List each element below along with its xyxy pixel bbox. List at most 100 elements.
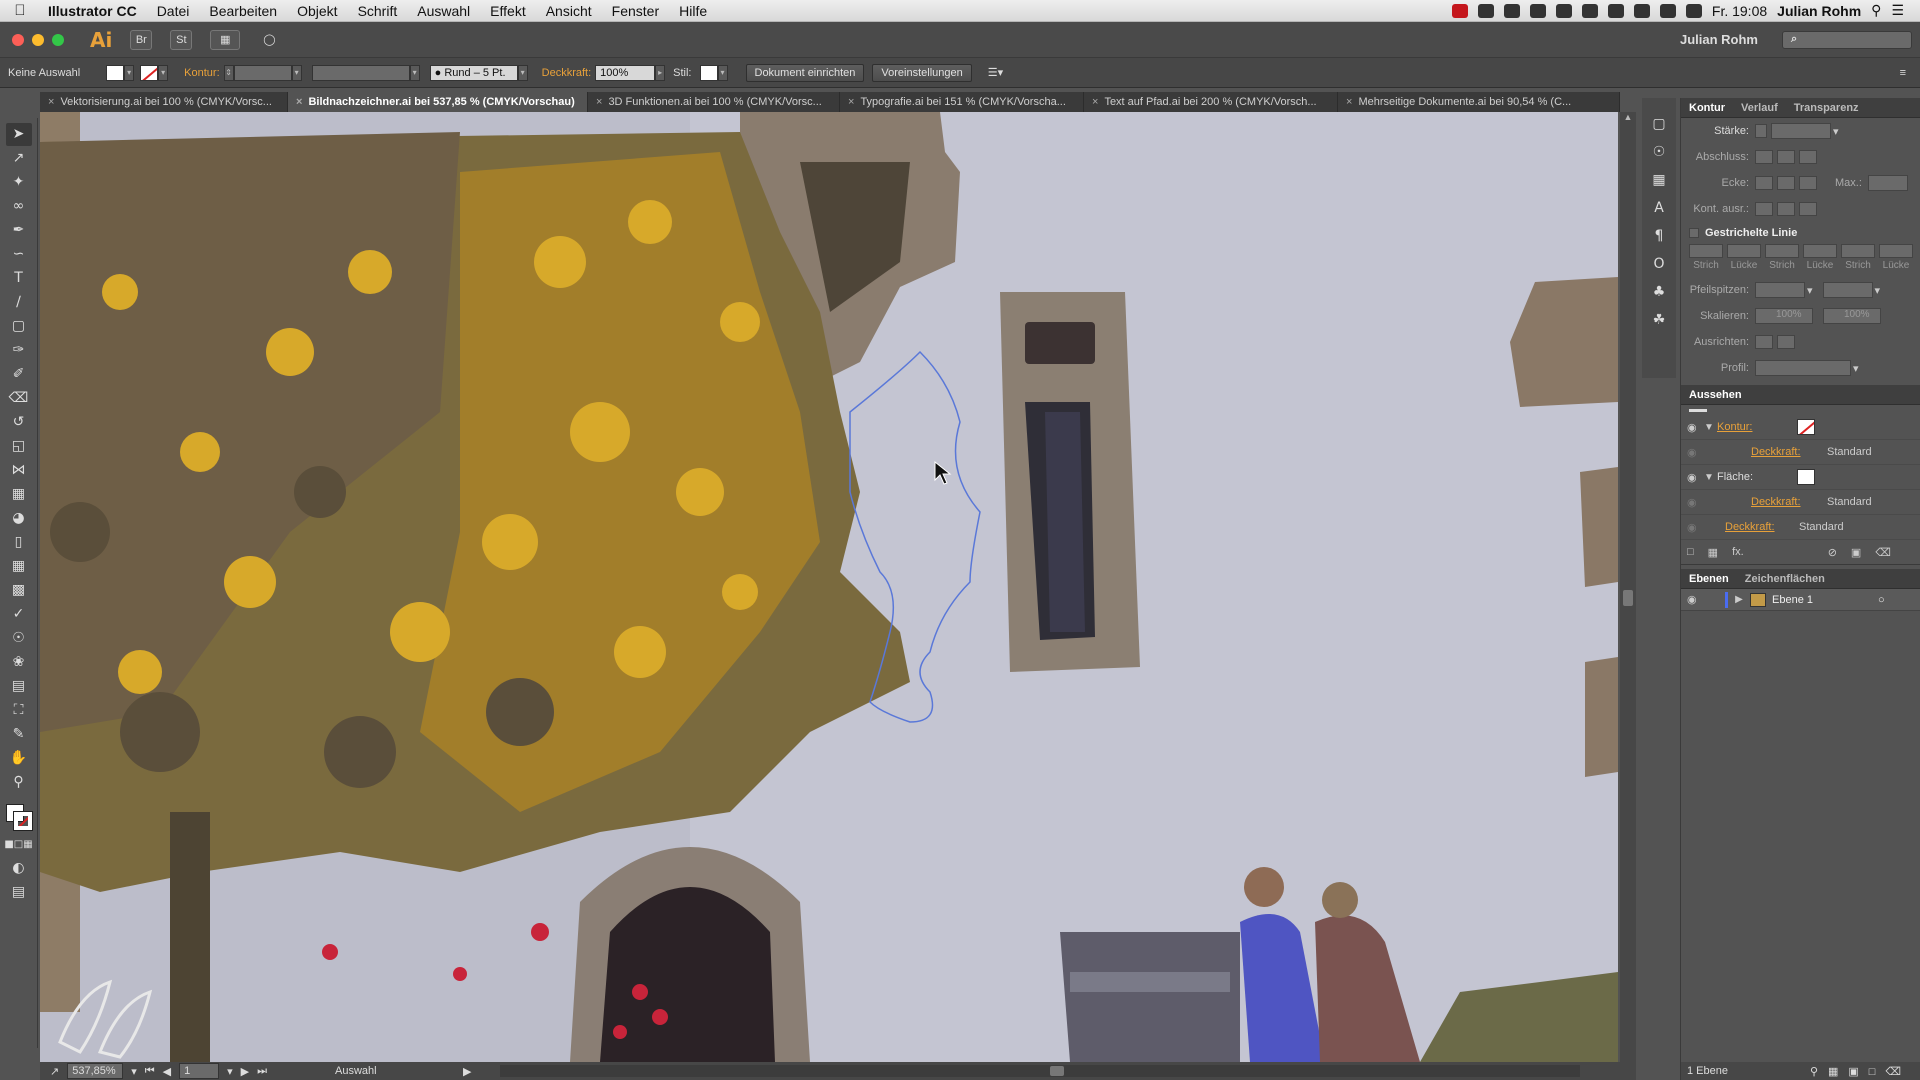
stroke-color-icon[interactable]: [12, 811, 33, 831]
character-icon[interactable]: A: [1648, 196, 1670, 220]
artboard-last-icon[interactable]: ⏭: [257, 1065, 267, 1078]
fill-stroke-indicator[interactable]: [4, 802, 34, 832]
notification-list-icon[interactable]: ☰: [1891, 2, 1904, 19]
arrowhead-end-select[interactable]: [1822, 282, 1873, 298]
menu-auswahl[interactable]: Auswahl: [407, 3, 480, 19]
adobe-cc-icon[interactable]: [1451, 3, 1468, 18]
slice-tool-icon[interactable]: ✎: [6, 723, 32, 746]
aussehen-title[interactable]: Aussehen: [1681, 389, 1750, 401]
stroke-weight-field[interactable]: [233, 64, 292, 81]
control-bar-menu-icon[interactable]: ≡: [1892, 67, 1920, 79]
selection-tool-icon[interactable]: ➤: [5, 122, 32, 146]
artboard-canvas[interactable]: [40, 112, 1618, 1062]
time-machine-icon[interactable]: [1633, 3, 1650, 18]
align-outside-button[interactable]: [1799, 202, 1817, 216]
close-tab-icon[interactable]: ×: [596, 96, 602, 108]
drawing-mode-icon[interactable]: ◐: [6, 857, 32, 880]
deckkraft-label[interactable]: Deckkraft:: [538, 67, 596, 79]
blend-tool-icon[interactable]: ☉: [6, 627, 32, 650]
stroke-dropdown-icon[interactable]: ▾: [158, 64, 169, 81]
gap-field[interactable]: [1879, 244, 1913, 258]
profile-select-dropdown-icon[interactable]: ▾: [1853, 362, 1859, 375]
layer-target-icon[interactable]: ○: [1878, 594, 1885, 606]
artboard-first-icon[interactable]: ⏮: [145, 1065, 155, 1078]
artboard-prev-icon[interactable]: ◀: [163, 1065, 171, 1078]
layer-expand-triangle-icon[interactable]: ▶: [1734, 594, 1744, 605]
staerke-dropdown-icon[interactable]: ▾: [1833, 125, 1839, 138]
appearance-object-opacity-row[interactable]: ◉ Deckkraft: Standard: [1681, 515, 1920, 540]
gap-field[interactable]: [1803, 244, 1837, 258]
scale-end-field[interactable]: 100%: [1823, 308, 1881, 324]
info-icon[interactable]: [1581, 3, 1598, 18]
layer-footer-icons[interactable]: ⚲▦▣□⌫: [1810, 1065, 1920, 1078]
cap-round-button[interactable]: [1777, 150, 1795, 164]
add-effect-button[interactable]: fx.: [1732, 546, 1744, 558]
document-setup-button[interactable]: Dokument einrichten: [745, 63, 865, 82]
bluetooth-icon[interactable]: [1659, 3, 1676, 18]
symbol-sprayer-tool-icon[interactable]: ❀: [6, 651, 32, 674]
free-transform-tool-icon[interactable]: ▦: [6, 483, 32, 506]
evernote-icon[interactable]: [1477, 3, 1494, 18]
symbols-icon[interactable]: ♣: [1648, 280, 1670, 304]
fill-swatch[interactable]: [106, 64, 125, 81]
menu-hilfe[interactable]: Hilfe: [669, 3, 717, 19]
corner-bevel-button[interactable]: [1799, 176, 1817, 190]
corner-miter-button[interactable]: [1755, 176, 1773, 190]
close-tab-icon[interactable]: ×: [1346, 96, 1352, 108]
stock-button[interactable]: St: [170, 29, 193, 50]
gap-field[interactable]: [1727, 244, 1761, 258]
align-options-icon[interactable]: ☰▾: [980, 66, 1011, 79]
zoom-dropdown-icon[interactable]: ▾: [131, 1065, 137, 1078]
checkbox-tray-icon[interactable]: [1607, 3, 1624, 18]
menu-app-name[interactable]: Illustrator CC: [40, 3, 147, 19]
menu-effekt[interactable]: Effekt: [480, 3, 536, 19]
object-deckkraft-label[interactable]: Deckkraft:: [1725, 521, 1799, 533]
zoom-level-field[interactable]: 537,85%: [67, 1063, 124, 1079]
arrange-documents-icon[interactable]: ▦: [210, 29, 241, 50]
kontur-label[interactable]: Kontur:: [180, 67, 223, 79]
rotate-tool-icon[interactable]: ↺: [6, 411, 32, 434]
cap-butt-button[interactable]: [1755, 150, 1773, 164]
stroke-swatch[interactable]: [140, 64, 159, 81]
workspace-switcher[interactable]: Julian Rohm: [1680, 32, 1758, 47]
artboard-number-field[interactable]: 1: [179, 1063, 220, 1079]
artboard-tool-icon[interactable]: ⛶: [6, 699, 32, 722]
menu-fenster[interactable]: Fenster: [602, 3, 669, 19]
menu-objekt[interactable]: Objekt: [287, 3, 347, 19]
perspective-grid-tool-icon[interactable]: ▯: [6, 531, 32, 554]
menubar-user[interactable]: Julian Rohm: [1777, 3, 1861, 19]
gradient-tool-icon[interactable]: ▩: [6, 579, 32, 602]
align-center-button[interactable]: [1755, 202, 1773, 216]
profile-select[interactable]: [1755, 360, 1851, 376]
close-tab-icon[interactable]: ×: [296, 96, 302, 108]
align-inside-button[interactable]: [1777, 202, 1795, 216]
eraser-tool-icon[interactable]: ⌫: [6, 387, 32, 410]
appearance-flaeche-label[interactable]: Fläche:: [1717, 471, 1797, 483]
scale-start-field[interactable]: 100%: [1755, 308, 1813, 324]
visibility-eye-icon[interactable]: ◉: [1687, 471, 1701, 484]
tab-text-auf-pfad[interactable]: × Text auf Pfad.ai bei 200 % (CMYK/Vorsch…: [1084, 92, 1338, 112]
fill-deckkraft-label[interactable]: Deckkraft:: [1751, 496, 1827, 508]
spotlight-icon[interactable]: ⚲: [1871, 2, 1881, 19]
opacity-arrow-icon[interactable]: ▸: [655, 64, 666, 81]
status-menu-icon[interactable]: ▶: [463, 1065, 471, 1078]
graphic-style-swatch[interactable]: [699, 64, 718, 81]
libraries-icon[interactable]: ☉: [1648, 140, 1670, 164]
tab-zeichenflaechen[interactable]: Zeichenflächen: [1737, 573, 1833, 585]
menu-schrift[interactable]: Schrift: [348, 3, 408, 19]
add-stroke-icon[interactable]: □: [1687, 546, 1694, 558]
visibility-eye-icon[interactable]: ◉: [1687, 496, 1701, 509]
close-tab-icon[interactable]: ×: [1092, 96, 1098, 108]
line-tool-icon[interactable]: ∕: [6, 291, 32, 314]
clear-appearance-icon[interactable]: ⊘: [1828, 546, 1837, 559]
visibility-eye-icon[interactable]: ◉: [1687, 446, 1701, 459]
variable-width-profile[interactable]: [311, 64, 410, 81]
appearance-stroke-swatch[interactable]: [1797, 419, 1815, 435]
appearance-fill-row[interactable]: ◉ ▼ Fläche:: [1681, 465, 1920, 490]
layer-visibility-eye-icon[interactable]: ◉: [1687, 593, 1701, 606]
add-fill-icon[interactable]: ▦: [1708, 546, 1718, 559]
mesh-tool-icon[interactable]: ▦: [6, 555, 32, 578]
eye-tray-icon[interactable]: [1555, 3, 1572, 18]
pen-tool-icon[interactable]: ✒: [6, 219, 32, 242]
horizontal-scrollbar[interactable]: [499, 1065, 1580, 1077]
